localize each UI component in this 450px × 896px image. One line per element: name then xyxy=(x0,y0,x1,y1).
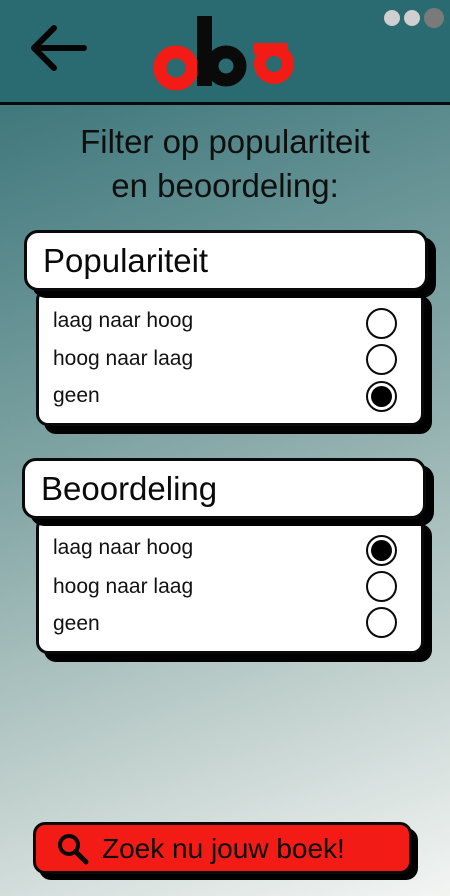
dot xyxy=(384,10,400,26)
popularity-radio-none[interactable] xyxy=(366,381,397,412)
rating-heading: Beoordeling xyxy=(22,458,426,519)
search-button-label: Zoek nu jouw boek! xyxy=(102,833,345,864)
arrow-left-icon[interactable] xyxy=(26,22,90,74)
rating-radio-low-high[interactable] xyxy=(366,535,397,566)
more-dots-icon[interactable] xyxy=(380,8,444,31)
rating-option-label[interactable]: laag naar hoog xyxy=(53,530,193,566)
popularity-option-label[interactable]: geen xyxy=(53,378,100,414)
dot xyxy=(424,8,444,28)
popularity-option-label[interactable]: laag naar hoog xyxy=(53,303,193,339)
page-title: Filter op populariteit en beoordeling: xyxy=(0,120,450,208)
rating-option-label[interactable]: geen xyxy=(53,606,100,642)
rating-option-label[interactable]: hoog naar laag xyxy=(53,569,193,605)
dot xyxy=(404,10,420,26)
oba-logo xyxy=(153,16,294,91)
popularity-option-label[interactable]: hoog naar laag xyxy=(53,341,193,377)
rating-radio-none[interactable] xyxy=(366,607,397,638)
search-icon xyxy=(58,834,89,865)
rating-radio-high-low[interactable] xyxy=(366,571,397,602)
app-header xyxy=(0,0,450,105)
title-line-1: Filter op populariteit xyxy=(80,123,370,160)
popularity-radio-low-high[interactable] xyxy=(366,308,397,339)
popularity-heading: Populariteit xyxy=(24,230,428,291)
title-line-2: en beoordeling: xyxy=(111,167,339,204)
search-book-button[interactable]: Zoek nu jouw boek! xyxy=(33,822,412,874)
popularity-radio-high-low[interactable] xyxy=(366,344,397,375)
